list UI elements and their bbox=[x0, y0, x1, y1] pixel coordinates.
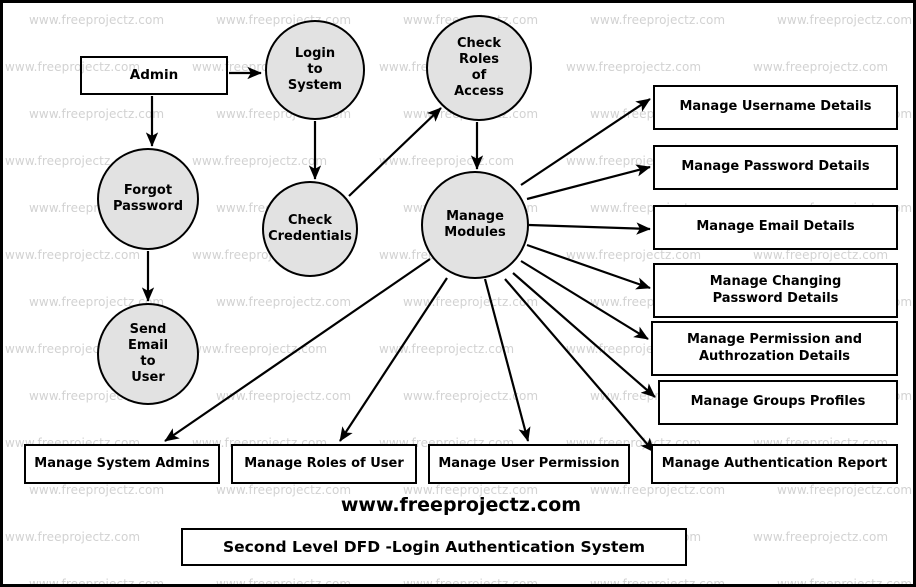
process-check_credentials[interactable]: Check Credentials bbox=[262, 181, 358, 277]
process-send_email_to_user[interactable]: Send Email to User bbox=[97, 303, 199, 405]
data-store-label: Manage System Admins bbox=[34, 455, 210, 471]
data-store-label: Manage User Permission bbox=[438, 455, 620, 471]
data-store-system_admins[interactable]: Manage System Admins bbox=[24, 444, 220, 484]
diagram-title-box: Second Level DFD -Login Authentication S… bbox=[181, 528, 687, 566]
process-label: Manage Modules bbox=[444, 209, 506, 240]
data-store-permission_auth[interactable]: Manage Permission and Authrozation Detail… bbox=[651, 321, 898, 376]
process-label: Login to System bbox=[287, 46, 343, 93]
external-entity-label: Admin bbox=[129, 67, 179, 84]
process-manage_modules[interactable]: Manage Modules bbox=[421, 171, 529, 279]
data-store-user_permission[interactable]: Manage User Permission bbox=[428, 444, 630, 484]
data-store-username_details[interactable]: Manage Username Details bbox=[653, 85, 898, 130]
diagram-title: Second Level DFD -Login Authentication S… bbox=[222, 538, 646, 556]
data-store-changing_password[interactable]: Manage Changing Password Details bbox=[653, 263, 898, 318]
external-entity-admin[interactable]: Admin bbox=[80, 56, 228, 95]
data-store-label: Manage Authentication Report bbox=[661, 455, 888, 471]
data-store-groups_profiles[interactable]: Manage Groups Profiles bbox=[658, 380, 898, 425]
data-store-label: Manage Groups Profiles bbox=[690, 394, 866, 410]
process-check_roles[interactable]: Check Roles of Access bbox=[426, 15, 532, 121]
process-label: Check Roles of Access bbox=[454, 36, 504, 99]
data-store-authentication_report[interactable]: Manage Authentication Report bbox=[651, 444, 898, 484]
data-store-label: Manage Permission and Authrozation Detail… bbox=[686, 332, 863, 364]
data-store-password_details[interactable]: Manage Password Details bbox=[653, 145, 898, 190]
process-label: Forgot Password bbox=[112, 183, 184, 214]
process-label: Send Email to User bbox=[127, 322, 169, 385]
process-login_to_system[interactable]: Login to System bbox=[265, 20, 365, 120]
dfd-canvas: www.freeprojectz.com www.freeprojectz.com… bbox=[0, 0, 916, 587]
process-label: Check Credentials bbox=[268, 213, 352, 244]
site-caption: www.freeprojectz.com bbox=[340, 494, 582, 516]
data-store-label: Manage Username Details bbox=[679, 99, 872, 115]
data-store-label: Manage Roles of User bbox=[244, 455, 404, 471]
process-forgot_password[interactable]: Forgot Password bbox=[97, 148, 199, 250]
data-store-email_details[interactable]: Manage Email Details bbox=[653, 205, 898, 250]
data-store-roles_of_user[interactable]: Manage Roles of User bbox=[231, 444, 417, 484]
data-store-label: Manage Email Details bbox=[696, 219, 855, 235]
data-store-label: Manage Changing Password Details bbox=[709, 274, 842, 306]
data-store-label: Manage Password Details bbox=[681, 159, 870, 175]
